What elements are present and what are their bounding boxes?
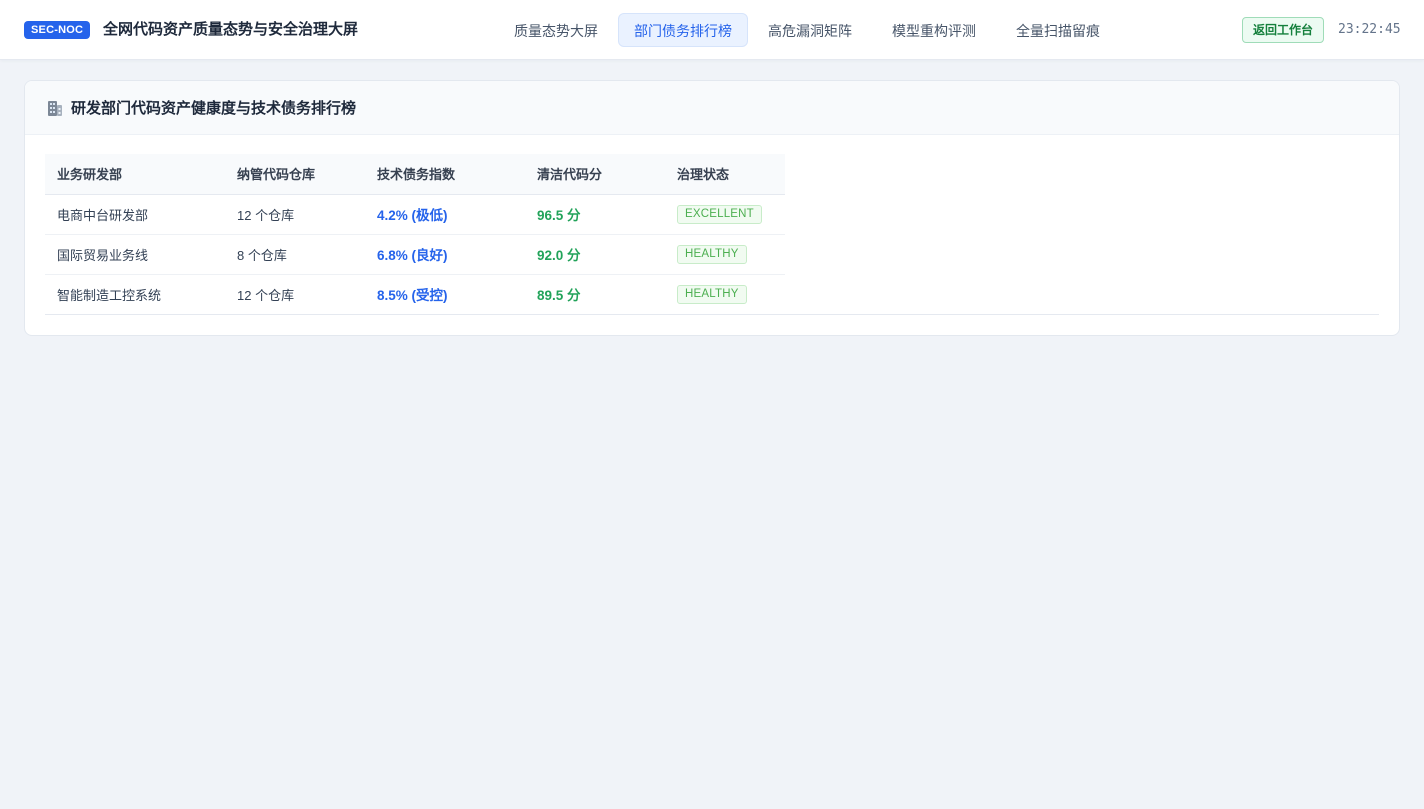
header-filler	[785, 154, 1379, 194]
column-header-repos: 纳管代码仓库	[225, 154, 365, 195]
column-header-status: 治理状态	[665, 154, 785, 195]
status-cell: EXCELLENT	[665, 194, 785, 235]
building-icon	[47, 99, 63, 116]
tab-department-debt-ranking[interactable]: 部门债务排行榜	[618, 13, 748, 47]
row-filler	[785, 194, 1379, 234]
repo-count: 12 个仓库	[225, 194, 365, 235]
department-name: 电商中台研发部	[45, 194, 225, 235]
status-badge: HEALTHY	[677, 244, 747, 264]
status-badge: EXCELLENT	[677, 204, 762, 224]
clean-score: 89.5 分	[525, 274, 665, 315]
clean-score: 92.0 分	[525, 234, 665, 275]
table-row: 智能制造工控系统 12 个仓库 8.5% (受控) 89.5 分 HEALTHY	[45, 274, 1379, 315]
ranking-table: 业务研发部 纳管代码仓库 技术债务指数 清洁代码分 治理状态 电商中台研发部 1…	[45, 154, 1379, 315]
main-nav: 质量态势大屏 部门债务排行榜 高危漏洞矩阵 模型重构评测 全量扫描留痕	[494, 13, 1120, 47]
table-header-row: 业务研发部 纳管代码仓库 技术债务指数 清洁代码分 治理状态	[45, 154, 1379, 195]
ranking-table-container: 业务研发部 纳管代码仓库 技术债务指数 清洁代码分 治理状态 电商中台研发部 1…	[45, 154, 1379, 315]
status-badge: HEALTHY	[677, 284, 747, 304]
page-title: 全网代码资产质量态势与安全治理大屏	[103, 21, 359, 38]
card-title: 研发部门代码资产健康度与技术债务排行榜	[71, 100, 357, 117]
status-cell: HEALTHY	[665, 274, 785, 315]
department-name: 智能制造工控系统	[45, 274, 225, 315]
department-name: 国际贸易业务线	[45, 234, 225, 275]
column-header-clean-score: 清洁代码分	[525, 154, 665, 195]
clean-score: 96.5 分	[525, 194, 665, 235]
column-header-department: 业务研发部	[45, 154, 225, 195]
status-cell: HEALTHY	[665, 234, 785, 275]
row-filler	[785, 234, 1379, 274]
repo-count: 8 个仓库	[225, 234, 365, 275]
column-header-debt-index: 技术债务指数	[365, 154, 525, 195]
tab-quality-overview[interactable]: 质量态势大屏	[494, 13, 618, 47]
brand-badge: SEC-NOC	[24, 21, 91, 39]
top-bar: SEC-NOC 全网代码资产质量态势与安全治理大屏 质量态势大屏 部门债务排行榜…	[0, 0, 1424, 60]
repo-count: 12 个仓库	[225, 274, 365, 315]
return-workbench-button[interactable]: 返回工作台	[1242, 17, 1324, 43]
debt-index: 4.2% (极低)	[365, 194, 525, 235]
card-header: 研发部门代码资产健康度与技术债务排行榜	[25, 81, 1399, 135]
tab-full-scan-records[interactable]: 全量扫描留痕	[996, 13, 1120, 47]
table-row: 电商中台研发部 12 个仓库 4.2% (极低) 96.5 分 EXCELLEN…	[45, 194, 1379, 235]
debt-index: 6.8% (良好)	[365, 234, 525, 275]
clock: 23:22:45	[1338, 22, 1401, 37]
debt-index: 8.5% (受控)	[365, 274, 525, 315]
row-filler	[785, 274, 1379, 315]
tab-high-risk-vulnerability-matrix[interactable]: 高危漏洞矩阵	[748, 13, 872, 47]
department-ranking-card: 研发部门代码资产健康度与技术债务排行榜 业务研发部 纳管代码仓库 技术债务指数 …	[24, 80, 1400, 336]
table-row: 国际贸易业务线 8 个仓库 6.8% (良好) 92.0 分 HEALTHY	[45, 234, 1379, 275]
tab-model-refactor-evaluation[interactable]: 模型重构评测	[872, 13, 996, 47]
